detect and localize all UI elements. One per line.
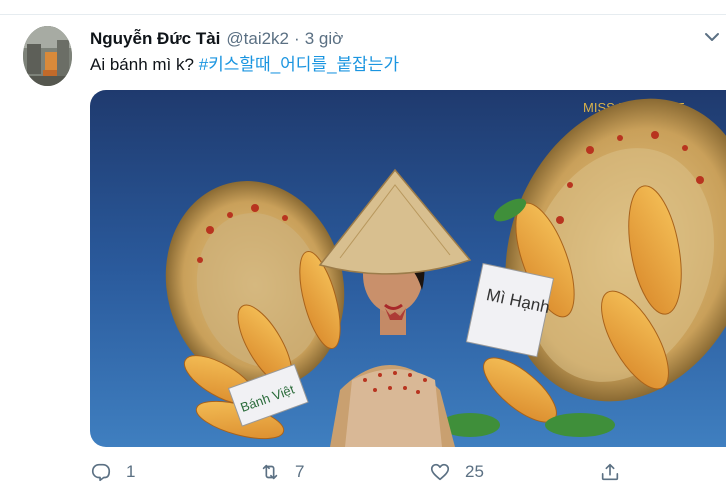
tweet-time[interactable]: 3 giờ	[305, 29, 344, 49]
like-count: 25	[465, 462, 484, 481]
like-button[interactable]: 25	[429, 455, 484, 489]
tweet-text: Ai bánh mì k? #키스할때_어디를_붙잡는가	[90, 54, 399, 76]
hashtag-link[interactable]: #키스할때_어디를_붙잡는가	[199, 55, 399, 74]
reply-icon	[91, 463, 111, 482]
reply-count: 1	[126, 462, 136, 481]
share-icon	[601, 463, 619, 481]
retweet-icon	[262, 464, 278, 480]
share-button[interactable]	[599, 455, 621, 489]
avatar[interactable]	[23, 26, 72, 86]
tweet-actions: 1 7 25	[0, 455, 726, 489]
retweet-count: 7	[295, 462, 305, 481]
tweet-body: Ai bánh mì k?	[90, 55, 194, 74]
tweet-media[interactable]: MISS UNIVERSE Mì Hạnh	[90, 90, 726, 447]
author-handle[interactable]: @tai2k2	[226, 29, 289, 49]
author-name[interactable]: Nguyễn Đức Tài	[90, 29, 220, 49]
reply-button[interactable]: 1	[90, 455, 135, 489]
chevron-down-icon[interactable]	[700, 26, 724, 48]
avatar-image	[23, 26, 72, 86]
tweet-header: Nguyễn Đức Tài @tai2k2 · 3 giờ	[90, 29, 343, 51]
media-image: MISS UNIVERSE Mì Hạnh	[90, 90, 726, 447]
retweet-button[interactable]: 7	[259, 455, 304, 489]
separator-dot: ·	[294, 29, 300, 48]
timeline-divider	[0, 14, 726, 15]
like-icon	[430, 463, 450, 481]
